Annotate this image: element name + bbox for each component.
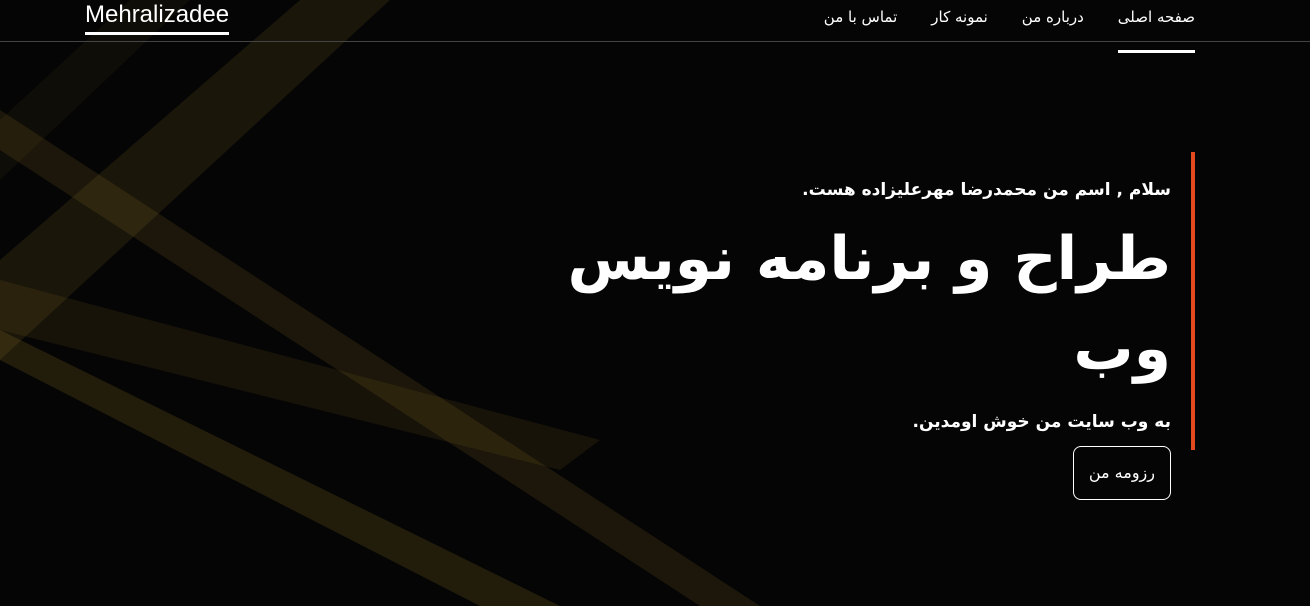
site-header: Mehralizadee صفحه اصلی درباره من نمونه ک… [0, 0, 1310, 53]
nav-portfolio[interactable]: نمونه کار [931, 0, 988, 34]
nav-contact[interactable]: تماس با من [824, 0, 897, 34]
main-nav: صفحه اصلی درباره من نمونه کار تماس با من [824, 0, 1196, 53]
resume-button[interactable]: رزومه من [1072, 446, 1171, 500]
greeting-text: سلام , اسم من محمدرضا مهرعلیزاده هست. [802, 180, 1171, 200]
hero-title: طراح و برنامه نویس وب [567, 224, 1171, 384]
logo-link[interactable]: Mehralizadee [85, 0, 230, 35]
hero-section: سلام , اسم من محمدرضا مهرعلیزاده هست. طر… [495, 152, 1195, 500]
nav-home[interactable]: صفحه اصلی [1117, 0, 1196, 53]
nav-about[interactable]: درباره من [1022, 0, 1084, 34]
welcome-text: به وب سایت من خوش اومدین. [912, 412, 1172, 432]
